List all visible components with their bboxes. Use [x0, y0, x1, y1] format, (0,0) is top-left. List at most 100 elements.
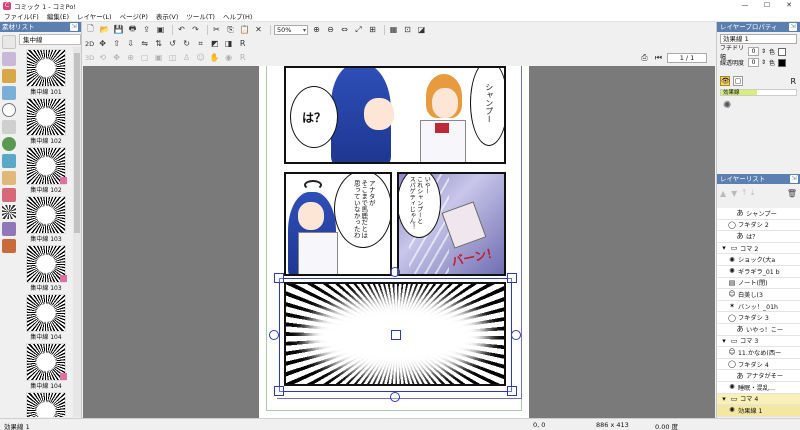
layer-group-row[interactable]: ▾ ▭ コマ 3: [717, 335, 800, 348]
guide-icon[interactable]: ⊡: [402, 24, 413, 35]
layer-row[interactable]: ✺ ギラギラ_01 b: [717, 265, 800, 278]
pin-icon[interactable]: ⇲: [70, 23, 78, 31]
rotate-handle[interactable]: [390, 392, 400, 402]
layer-thumb-icon[interactable]: ▢: [733, 76, 743, 86]
paste-icon[interactable]: 📋: [239, 24, 250, 35]
zoom-select[interactable]: 50%: [274, 24, 308, 35]
border-width-input[interactable]: 0: [748, 47, 759, 56]
panel-1[interactable]: は？ シャンプー: [284, 66, 506, 164]
panel-2[interactable]: アナタが そこまで馬鹿だとは 思っていなかったわ: [284, 172, 392, 276]
category-effect-icon[interactable]: [2, 222, 16, 236]
material-item[interactable]: 集中線 104: [21, 341, 71, 390]
crop-icon[interactable]: ⌗: [195, 38, 206, 49]
redo-icon[interactable]: ↷: [190, 24, 201, 35]
layer-row[interactable]: あいやっ！こー: [717, 323, 800, 336]
resize-handle[interactable]: [274, 386, 284, 396]
trash-icon[interactable]: 🗑: [787, 189, 797, 198]
material-item[interactable]: 集中線 103: [21, 243, 71, 292]
layer-row[interactable]: ◯ フキダシ 4: [717, 358, 800, 371]
actual-size-icon[interactable]: ⊞: [367, 24, 378, 35]
first-page-icon[interactable]: ⏮: [653, 52, 664, 63]
menu-tool[interactable]: ツール(T): [186, 11, 215, 21]
rotate-handle[interactable]: [390, 267, 400, 277]
speech-bubble[interactable]: シャンプー: [470, 68, 504, 146]
preview-icon[interactable]: ◪: [416, 24, 427, 35]
border-color-swatch[interactable]: [778, 47, 787, 56]
pin-icon[interactable]: ⇲: [789, 23, 797, 31]
category-stamp-icon[interactable]: [2, 239, 16, 253]
delete-icon[interactable]: ✕: [253, 24, 264, 35]
category-character-icon[interactable]: [2, 52, 16, 66]
pin-icon[interactable]: ⇲: [790, 175, 798, 183]
bring-front-icon[interactable]: ◩: [209, 38, 220, 49]
menu-layer[interactable]: レイヤー(L): [77, 11, 112, 21]
layer-up-icon[interactable]: ▲: [720, 189, 726, 198]
layer-row[interactable]: ✺ 効果線 1: [717, 405, 800, 417]
copy-icon[interactable]: ⎘: [225, 24, 236, 35]
canvas[interactable]: は？ シャンプー アナタが そこまで馬鹿だとは 思っていなかったわ いやー これ…: [83, 66, 715, 418]
category-tree-icon[interactable]: [2, 137, 16, 151]
maximize-button[interactable]: ☐: [756, 0, 778, 11]
zoom-in-icon[interactable]: ⊕: [311, 24, 322, 35]
category-item-icon[interactable]: [2, 69, 16, 83]
layer-row[interactable]: ✶ バンッ！_01h: [717, 300, 800, 313]
center-handle[interactable]: [391, 330, 401, 340]
send-back-icon[interactable]: ◨: [223, 38, 234, 49]
category-bubble-icon[interactable]: [2, 103, 16, 117]
rotate-right-icon[interactable]: ↻: [181, 38, 192, 49]
eye-icon[interactable]: 👁: [720, 76, 730, 86]
grid-icon[interactable]: ▦: [388, 24, 399, 35]
print-icon[interactable]: 🖶: [127, 24, 138, 35]
zoom-out-icon[interactable]: ⊖: [325, 24, 336, 35]
menu-file[interactable]: ファイル(F): [4, 11, 39, 21]
resize-handle[interactable]: [507, 273, 517, 283]
layer-bottom-icon[interactable]: ⤓: [751, 188, 755, 198]
flip-horizontal-icon[interactable]: ⇋: [139, 38, 150, 49]
panel-3[interactable]: いやー これシャンプーと スパゲティじゃん！ バーン！: [397, 172, 506, 276]
category-effect-lines-icon[interactable]: [2, 205, 16, 219]
line-opacity-input[interactable]: 0: [748, 58, 759, 67]
category-background-icon[interactable]: [2, 86, 16, 100]
speech-bubble[interactable]: は？: [290, 86, 338, 148]
category-drop-icon[interactable]: [2, 154, 16, 168]
layer-row[interactable]: ▤ ノート(閉): [717, 277, 800, 290]
material-item[interactable]: 集中線 103: [21, 194, 71, 243]
speech-bubble[interactable]: アナタが そこまで馬鹿だとは 思っていなかったわ: [334, 174, 390, 248]
layer-group-row[interactable]: ▾ ▭ コマ 4: [717, 393, 800, 406]
material-item[interactable]: 集中線 104: [21, 292, 71, 341]
material-item[interactable]: 集中線 101: [21, 47, 71, 96]
category-all-icon[interactable]: [2, 35, 16, 49]
minimize-button[interactable]: —: [734, 0, 756, 11]
category-sfx-icon[interactable]: [2, 188, 16, 202]
layer-row[interactable]: ✺ ショック(大a: [717, 254, 800, 266]
capture-icon[interactable]: ▣: [155, 24, 166, 35]
material-scrollbar[interactable]: [73, 47, 81, 417]
reset-icon[interactable]: R: [237, 38, 248, 49]
export-icon[interactable]: ⇪: [141, 24, 152, 35]
expand-toggle-icon[interactable]: ▾: [720, 337, 728, 345]
save-icon[interactable]: 💾: [113, 24, 124, 35]
menu-page[interactable]: ページ(P): [120, 11, 148, 21]
menu-help[interactable]: ヘルプ(H): [223, 11, 252, 21]
layer-top-icon[interactable]: ⤒: [742, 188, 746, 198]
mode-2d-label[interactable]: 2D: [85, 40, 94, 48]
material-item[interactable]: 集中線 102: [21, 96, 71, 145]
cut-icon[interactable]: ✂: [211, 24, 222, 35]
open-icon[interactable]: 📂: [99, 24, 110, 35]
fit-page-icon[interactable]: ⤢: [353, 24, 364, 35]
menu-edit[interactable]: 編集(E): [47, 11, 69, 21]
layer-row[interactable]: ☺ 白美し(3: [717, 289, 800, 301]
move-down-icon[interactable]: ⇩: [125, 38, 136, 49]
scroll-thumb[interactable]: [74, 53, 80, 233]
layer-row[interactable]: ✺ 睡眠・混乱…: [717, 381, 800, 394]
material-item[interactable]: [21, 390, 71, 417]
undo-icon[interactable]: ↶: [176, 24, 187, 35]
rotate-handle[interactable]: [511, 330, 521, 340]
new-icon[interactable]: 🗋: [85, 24, 96, 35]
layer-row[interactable]: ☺ 11.かなめ(西ー: [717, 347, 800, 359]
category-person-icon[interactable]: [2, 171, 16, 185]
layer-row[interactable]: ◯ フキダシ 2: [717, 219, 800, 232]
layer-row[interactable]: あシャンプー: [717, 208, 800, 220]
spin-icon[interactable]: ⇕: [761, 48, 766, 55]
rotate-left-icon[interactable]: ↺: [167, 38, 178, 49]
